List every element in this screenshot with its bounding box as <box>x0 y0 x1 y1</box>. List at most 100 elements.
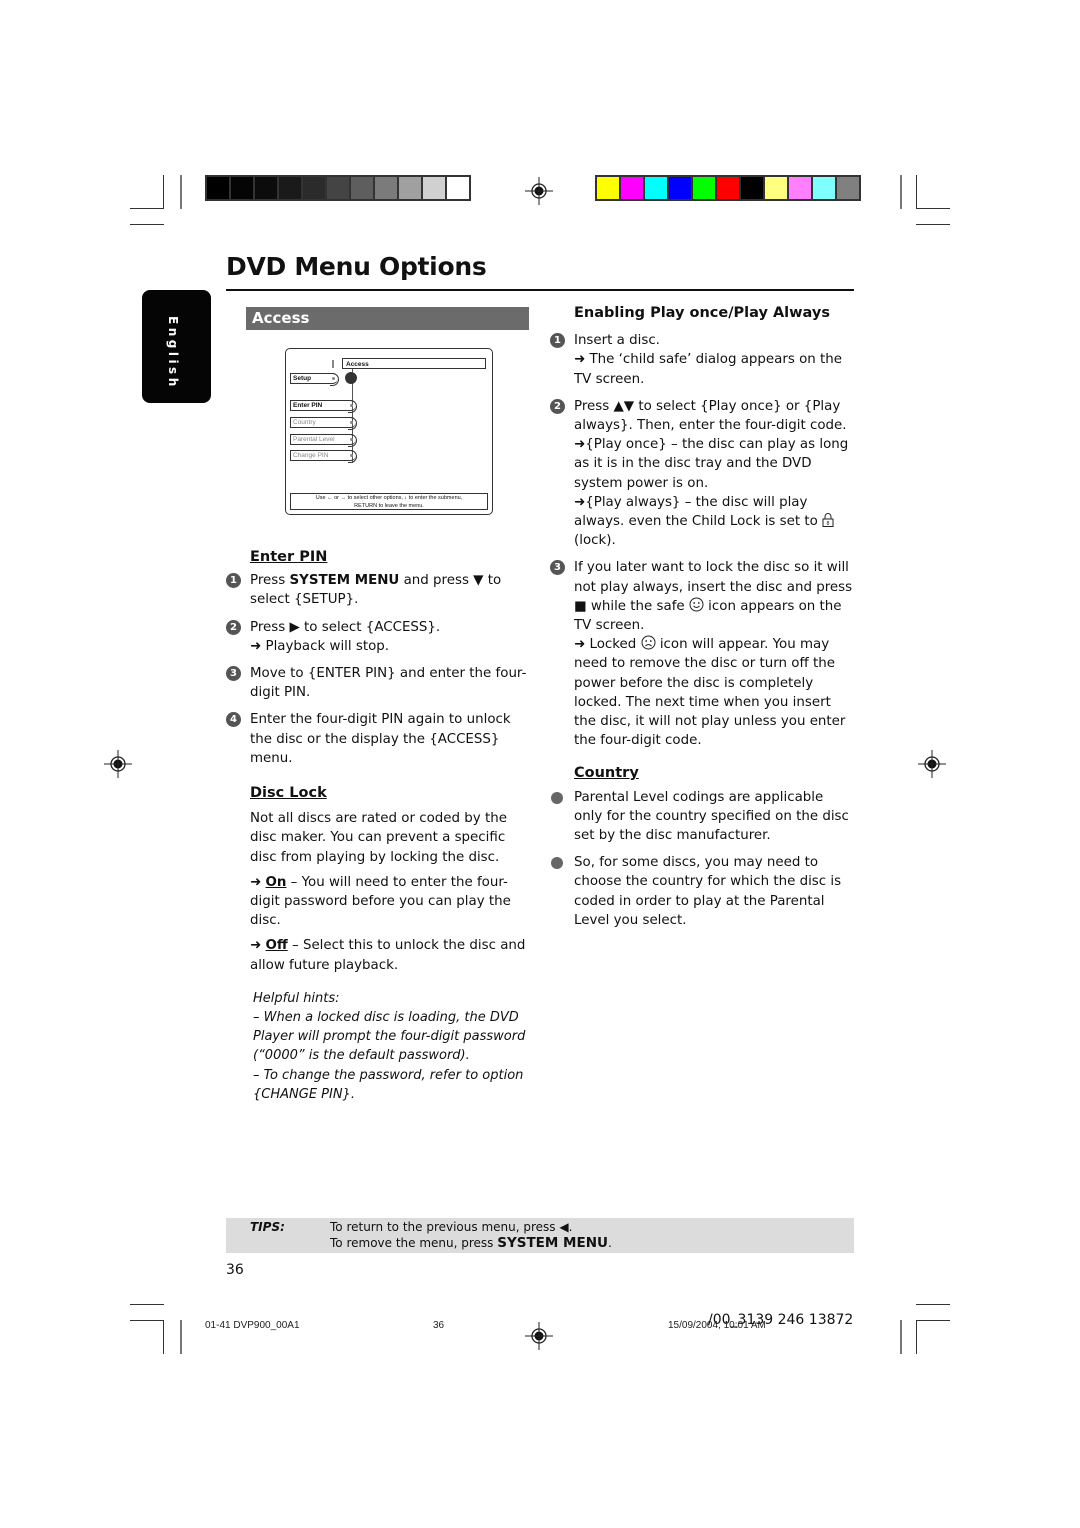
step-result: ➜ Playback will stop. <box>250 637 531 656</box>
crop-mark <box>130 208 164 209</box>
option-label: Off <box>265 938 288 954</box>
enter-pin-step-1: 1 Press SYSTEM MENU and press ▼ to selec… <box>226 571 531 609</box>
enter-pin-step-2: 2 Press ▶ to select {ACCESS}. ➜ Playback… <box>226 618 531 656</box>
osd-item-country: Country <box>290 417 357 430</box>
page-number: 36 <box>226 1262 244 1278</box>
play-step-1: 1 Insert a disc. ➜ The ‘child safe’ dial… <box>550 331 855 389</box>
crop-mark <box>916 208 950 209</box>
hints-title: Helpful hints: <box>253 990 340 1006</box>
step-number-icon: 4 <box>226 712 241 728</box>
step-number-icon: 1 <box>550 333 565 349</box>
crop-mark <box>130 224 164 225</box>
step-number-icon: 2 <box>226 619 241 635</box>
enter-pin-step-4: 4 Enter the four-digit PIN again to unlo… <box>226 710 531 768</box>
crop-mark <box>163 1320 164 1354</box>
result-text: {Play once} – the disc can play as long … <box>574 437 849 491</box>
play-step-2: 2 Press ▲▼ to select {Play once} or {Pla… <box>550 397 855 551</box>
crop-mark <box>916 1320 917 1354</box>
crop-mark <box>916 224 950 225</box>
color-swatch <box>597 177 619 199</box>
result-text: (lock). <box>574 533 616 549</box>
hint-line: – When a locked disc is loading, the DVD… <box>253 1010 526 1064</box>
color-swatch <box>423 177 445 199</box>
tip-line: To remove the menu, press SYSTEM MENU. <box>330 1235 612 1252</box>
step-number-icon: 1 <box>226 573 241 589</box>
tips-box: TIPS: To return to the previous menu, pr… <box>226 1218 854 1253</box>
disc-lock-off-option: ➜ Off – Select this to unlock the disc a… <box>250 936 531 974</box>
crop-mark <box>180 1320 182 1354</box>
result-text: The ‘child safe’ dialog appears on the T… <box>574 352 843 387</box>
color-swatch <box>765 177 787 199</box>
dot <box>350 454 353 457</box>
crop-mark <box>900 175 902 209</box>
svg-text:8: 8 <box>826 521 829 527</box>
step-text: Insert a disc. <box>574 333 660 349</box>
osd-help-text: Use ← or → to select other options, ↓ to… <box>290 493 488 510</box>
dot <box>350 404 353 407</box>
osd-item-label: Country <box>293 419 316 426</box>
heading-play-once: Enabling Play once/Play Always <box>574 305 830 321</box>
grayscale-calibration-bar <box>205 175 471 201</box>
crop-mark <box>130 1320 164 1321</box>
arrow-icon: ➜ <box>574 437 586 453</box>
stop-button-icon: ■ <box>574 598 587 614</box>
color-swatch <box>327 177 349 199</box>
tip-text: . <box>607 1236 612 1250</box>
step-result: ➜{Play always} – the disc will play alwa… <box>574 493 855 551</box>
osd-item-label: Change PIN <box>293 452 329 459</box>
step-text: Press <box>250 573 290 589</box>
footer-document-code: /00_3139 246 13872 <box>708 1312 854 1328</box>
crop-mark <box>916 1304 950 1305</box>
footer-page: 36 <box>433 1320 445 1331</box>
footer-file-id: 01-41 DVP900_00A1 <box>205 1320 300 1331</box>
registration-mark-icon <box>104 750 132 778</box>
left-column: Enter PIN 1 Press SYSTEM MENU and press … <box>226 548 531 1104</box>
right-column: Enabling Play once/Play Always 1 Insert … <box>550 304 855 930</box>
color-swatch <box>375 177 397 199</box>
heading-disc-lock: Disc Lock <box>250 785 327 802</box>
color-swatch <box>645 177 667 199</box>
hint-line: – To change the password, refer to optio… <box>253 1067 524 1102</box>
osd-header: Access <box>342 358 486 369</box>
menu-connector <box>332 360 334 368</box>
color-swatch <box>717 177 739 199</box>
crop-mark <box>916 1320 950 1321</box>
bullet-icon <box>551 791 563 804</box>
osd-item-setup: Setup <box>290 373 339 386</box>
step-number-icon: 3 <box>226 666 241 682</box>
option-label: On <box>265 874 287 890</box>
color-swatch <box>669 177 691 199</box>
disc-lock-on-option: ➜ On – You will need to enter the four-d… <box>250 873 531 931</box>
helpful-hints: Helpful hints: – When a locked disc is l… <box>250 989 531 1104</box>
disc-lock-intro: Not all discs are rated or coded by the … <box>250 811 507 865</box>
title-divider <box>226 289 854 291</box>
result-text: icon will appear. You may need to remove… <box>574 637 846 749</box>
step-text: Press ▲▼ to select {Play once} or {Play … <box>574 398 847 434</box>
language-label: English <box>166 316 180 390</box>
key-name: SYSTEM MENU <box>497 1235 608 1251</box>
step-text: Press ▶ to select {ACCESS}. <box>250 619 441 635</box>
dot <box>350 421 353 424</box>
play-step-3: 3 If you later want to lock the disc so … <box>550 558 855 750</box>
tip-text: To remove the menu, press <box>330 1236 498 1250</box>
osd-item-label: Parental Level <box>293 436 335 443</box>
enter-pin-step-3: 3 Move to {ENTER PIN} and enter the four… <box>226 664 531 702</box>
arrow-icon: ➜ <box>574 494 586 510</box>
bullet-icon <box>551 857 563 870</box>
color-swatch <box>231 177 253 199</box>
result-text: {Play always} – the disc will play alway… <box>574 494 823 530</box>
step-number-icon: 3 <box>550 560 565 576</box>
language-tab: English <box>142 290 211 403</box>
arrow-icon: ➜ <box>250 638 262 654</box>
option-text: – Select this to unlock the disc and all… <box>250 938 526 973</box>
osd-item-label: Enter PIN <box>293 402 323 409</box>
page-title: DVD Menu Options <box>226 252 487 281</box>
step-text-part: If you later want to lock the disc so it… <box>574 560 853 595</box>
osd-item-label: Setup <box>293 375 312 382</box>
color-swatch <box>303 177 325 199</box>
arrow-icon: ➜ <box>250 874 262 890</box>
osd-item-enter-pin: Enter PIN <box>290 400 357 413</box>
joystick-icon <box>345 372 357 384</box>
disc-lock-section: Disc Lock Not all discs are rated or cod… <box>226 784 531 1104</box>
color-swatch <box>693 177 715 199</box>
